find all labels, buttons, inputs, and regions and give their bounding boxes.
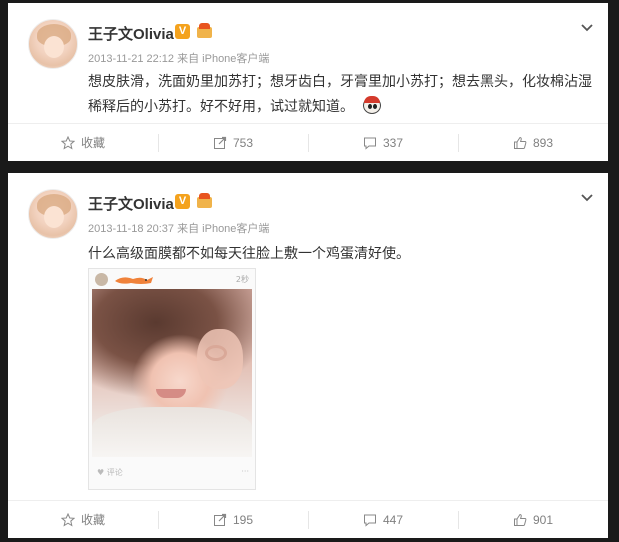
post-text: 什么高级面膜都不如每天往脸上敷一个鸡蛋清好使。 bbox=[88, 242, 593, 267]
star-icon bbox=[60, 135, 75, 150]
weibo-post-card: 王子文Olivia V 2013-11-18 20:37 来自 iPhone客户… bbox=[8, 173, 608, 538]
repost-button[interactable]: 195 bbox=[158, 501, 308, 538]
photo-footer-right: ··· bbox=[241, 467, 249, 476]
favorite-label: 收藏 bbox=[80, 513, 105, 527]
photo-time: 2秒 bbox=[235, 275, 249, 284]
photo-eye-ring bbox=[205, 345, 227, 361]
username-link[interactable]: 王子文Olivia bbox=[88, 193, 174, 214]
avatar[interactable] bbox=[28, 189, 78, 239]
repost-icon bbox=[213, 136, 227, 149]
chevron-down-icon[interactable] bbox=[580, 191, 594, 205]
like-button[interactable]: 893 bbox=[458, 124, 608, 161]
avatar-face bbox=[44, 36, 64, 58]
post-source: 来自 iPhone客户端 bbox=[177, 53, 270, 65]
repost-button[interactable]: 753 bbox=[158, 124, 308, 161]
member-badge-icon[interactable] bbox=[196, 192, 213, 209]
repost-count: 753 bbox=[232, 135, 254, 150]
star-icon bbox=[60, 512, 75, 527]
post-timestamp[interactable]: 2013-11-21 22:12 bbox=[88, 53, 174, 65]
verified-badge-icon: V bbox=[175, 194, 190, 209]
comment-count: 337 bbox=[382, 135, 404, 150]
photo-towel bbox=[92, 407, 252, 457]
photo-footer: ♥ 评论 ··· bbox=[97, 467, 249, 481]
post-meta: 2013-11-21 22:12 来自 iPhone客户端 bbox=[88, 50, 269, 66]
panda-face-emoji-icon bbox=[362, 95, 382, 115]
post-text-content: 想皮肤滑，洗面奶里加苏打；想牙齿白，牙膏里加小苏打；想去黑头，化妆棉沾湿稀释后的… bbox=[88, 74, 592, 115]
repost-count: 195 bbox=[232, 512, 254, 527]
like-count: 901 bbox=[532, 512, 554, 527]
comment-count: 447 bbox=[382, 512, 404, 527]
post-photo[interactable]: 2秒 ♥ 评论 ··· bbox=[88, 268, 256, 490]
action-bar: 收藏 753 337 893 bbox=[8, 123, 608, 161]
photo-header: 2秒 bbox=[93, 272, 253, 288]
weibo-post-card: 王子文Olivia V 2013-11-21 22:12 来自 iPhone客户… bbox=[8, 3, 608, 161]
comment-button[interactable]: 337 bbox=[308, 124, 458, 161]
favorite-button[interactable]: 收藏 bbox=[8, 124, 158, 161]
thumbs-up-icon bbox=[513, 513, 527, 526]
action-bar: 收藏 195 447 901 bbox=[8, 500, 608, 538]
photo-footer-left: ♥ 评论 bbox=[97, 468, 123, 477]
post-text: 想皮肤滑，洗面奶里加苏打；想牙齿白，牙膏里加小苏打；想去黑头，化妆棉沾湿稀释后的… bbox=[88, 70, 593, 120]
thumbs-up-icon bbox=[513, 136, 527, 149]
photo-avatar bbox=[95, 273, 108, 286]
like-count: 893 bbox=[532, 135, 554, 150]
chevron-down-icon[interactable] bbox=[580, 21, 594, 35]
post-meta: 2013-11-18 20:37 来自 iPhone客户端 bbox=[88, 220, 269, 236]
avatar[interactable] bbox=[28, 19, 78, 69]
favorite-label: 收藏 bbox=[80, 136, 105, 150]
repost-icon bbox=[213, 513, 227, 526]
post-timestamp[interactable]: 2013-11-18 20:37 bbox=[88, 223, 174, 235]
verified-badge-icon: V bbox=[175, 24, 190, 39]
username-link[interactable]: 王子文Olivia bbox=[88, 23, 174, 44]
avatar-face bbox=[44, 206, 64, 228]
member-badge-icon[interactable] bbox=[196, 22, 213, 39]
photo-lips bbox=[156, 389, 186, 398]
selfie-photo bbox=[92, 289, 252, 457]
post-text-content: 什么高级面膜都不如每天往脸上敷一个鸡蛋清好使。 bbox=[88, 246, 410, 262]
comment-button[interactable]: 447 bbox=[308, 501, 458, 538]
comment-icon bbox=[363, 514, 376, 527]
post-source: 来自 iPhone客户端 bbox=[177, 223, 270, 235]
favorite-button[interactable]: 收藏 bbox=[8, 501, 158, 538]
like-button[interactable]: 901 bbox=[458, 501, 608, 538]
fox-sticker-icon bbox=[115, 277, 153, 284]
comment-icon bbox=[363, 137, 376, 150]
